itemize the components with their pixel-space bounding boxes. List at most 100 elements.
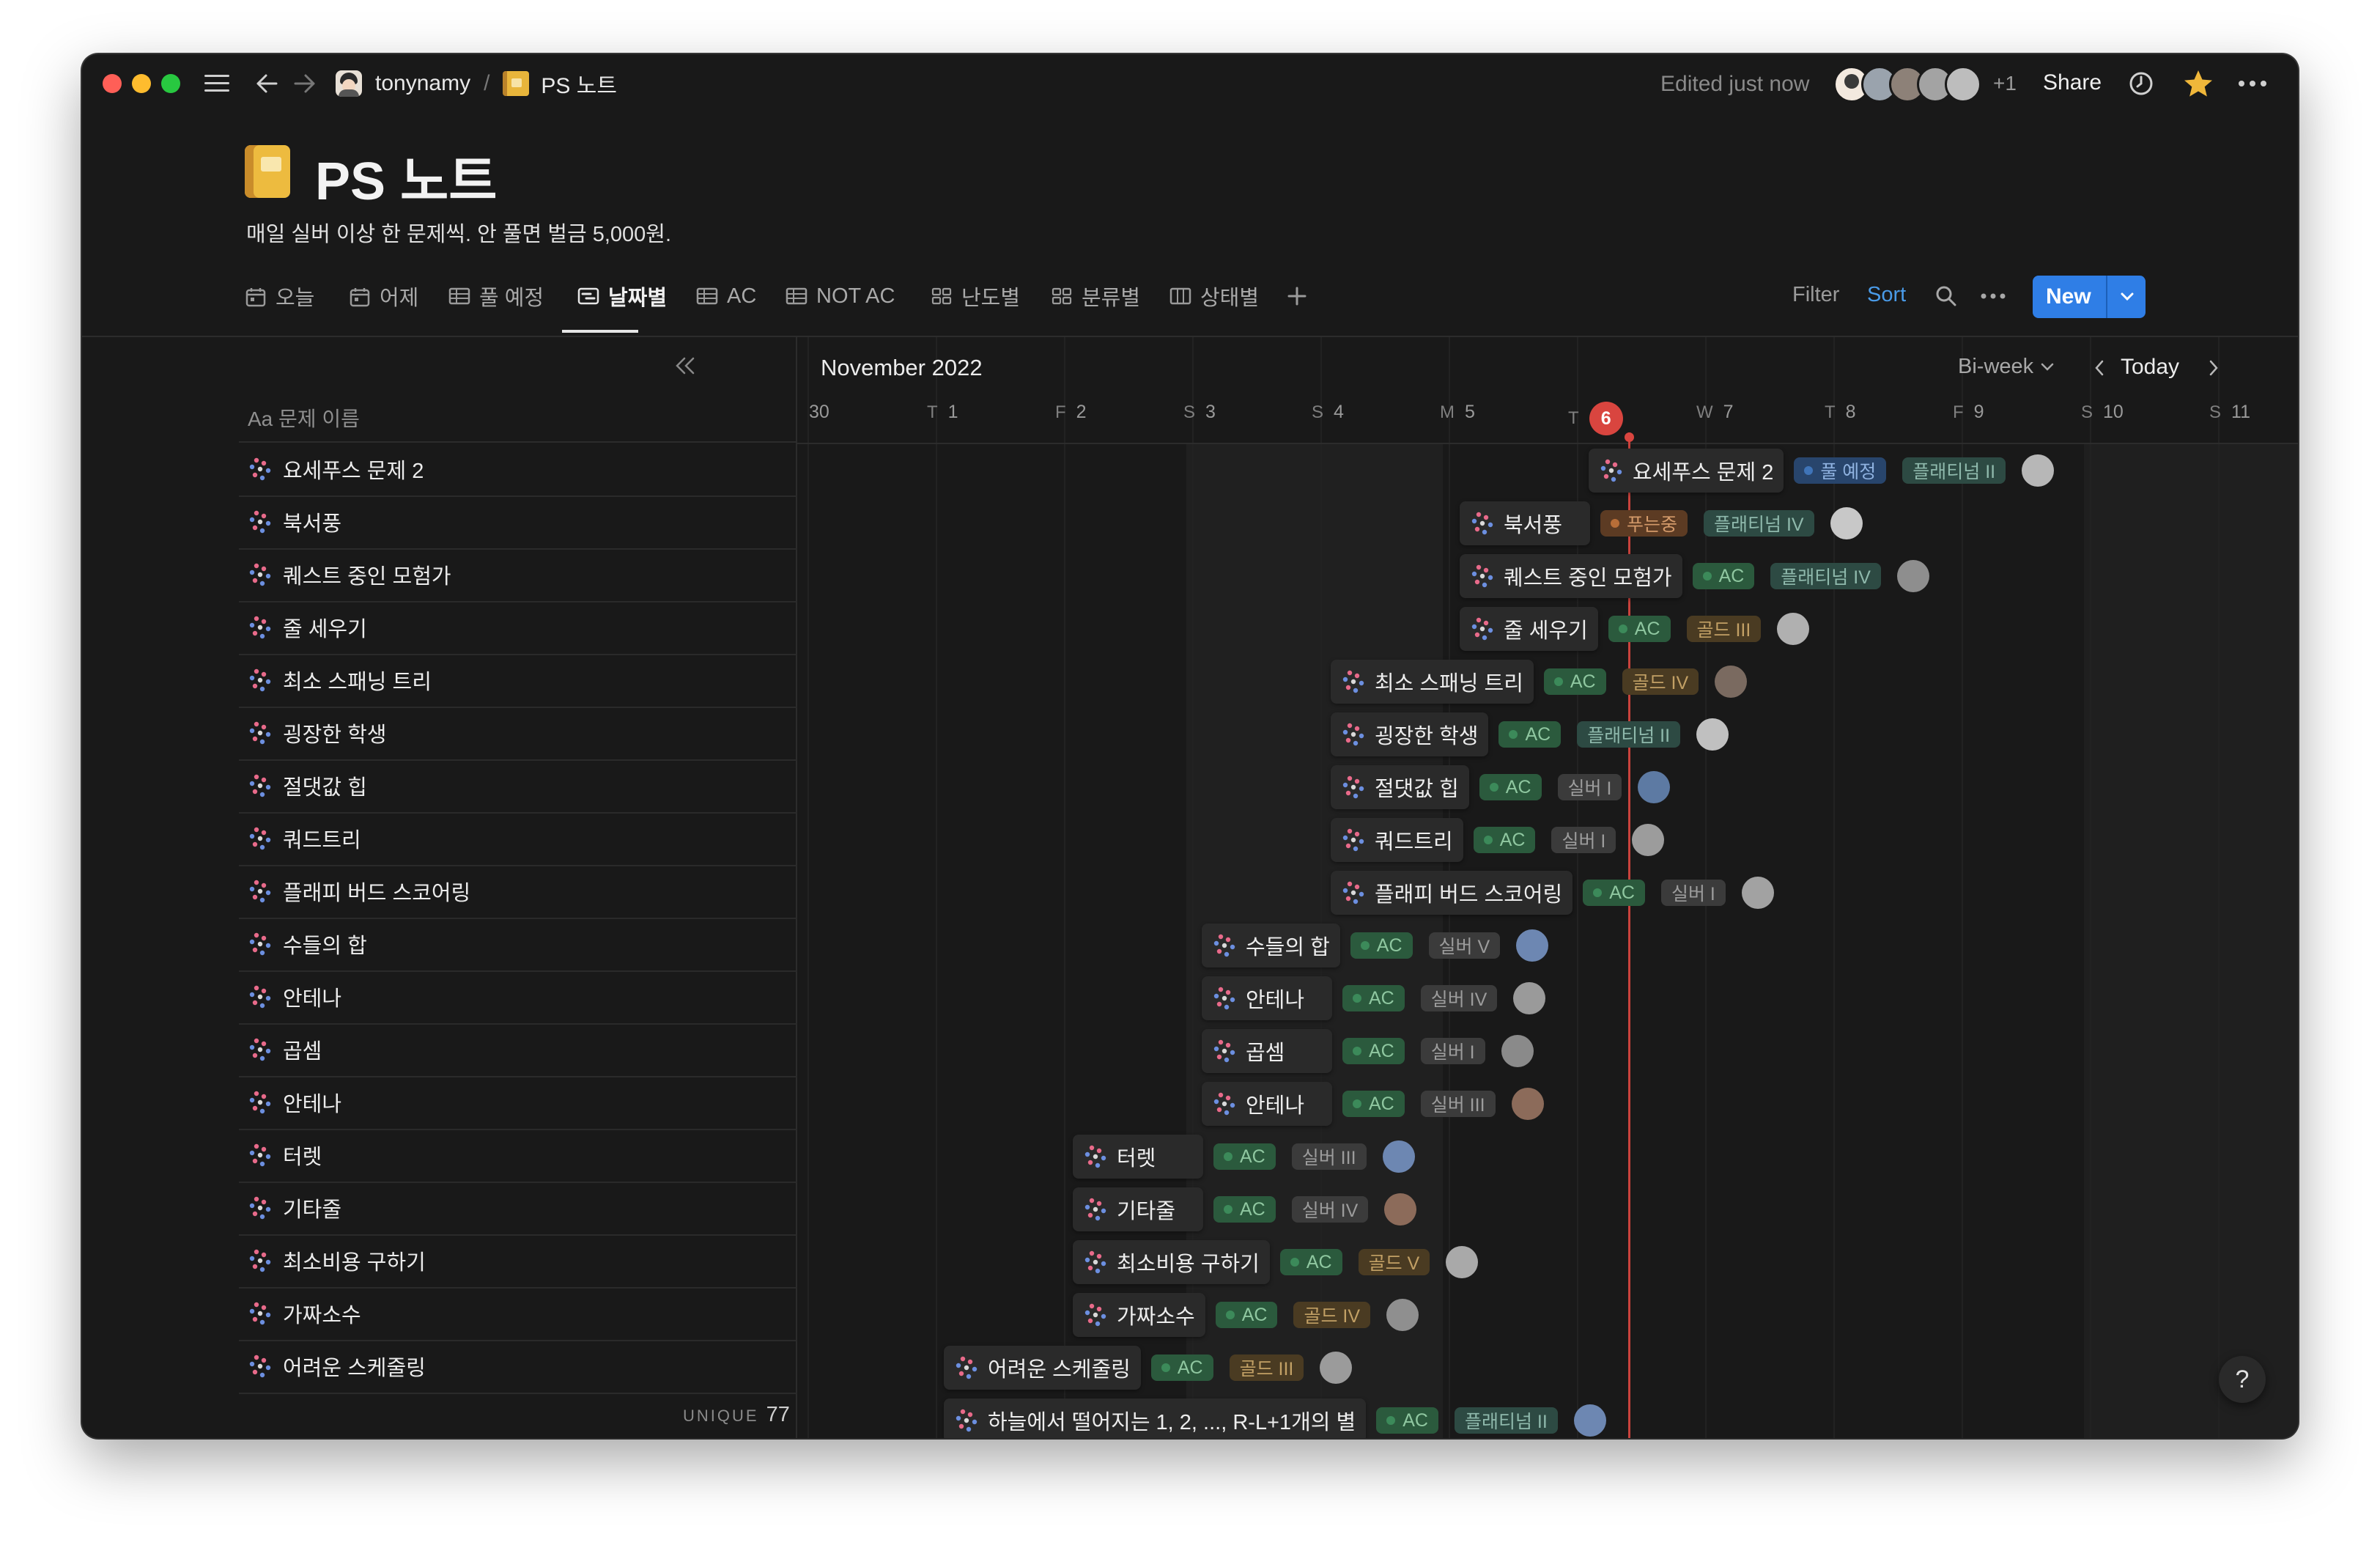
search-icon[interactable] [1933, 283, 1959, 309]
minimize-window-button[interactable] [132, 74, 151, 93]
page-description[interactable]: 매일 실버 이상 한 문제씩. 안 풀면 벌금 5,000원. [246, 217, 671, 248]
table-row[interactable]: 쿼드트리 [239, 812, 797, 866]
assignee-avatar[interactable] [2022, 454, 2055, 487]
table-row[interactable]: 어려운 스케줄링 [239, 1340, 797, 1394]
tab-2[interactable]: 풀 예정 [448, 281, 544, 311]
timeline-card[interactable]: 굉장한 학생 [1331, 712, 1489, 756]
timeline-card[interactable]: 곱셈 [1202, 1029, 1332, 1073]
tab-8[interactable]: 상태별 [1169, 281, 1259, 311]
sidebar-toggle-icon[interactable] [202, 70, 232, 97]
table-row[interactable]: 최소비용 구하기 [239, 1234, 797, 1289]
tab-6[interactable]: 난도별 [931, 281, 1020, 311]
assignee-avatar[interactable] [1830, 507, 1863, 539]
timeline-card[interactable]: 플래피 버드 스코어링 [1331, 871, 1573, 915]
timeline-bar[interactable]: 수들의 합 AC 실버 V [1202, 922, 1549, 969]
breadcrumb-workspace[interactable]: tonynamy [375, 71, 470, 96]
assignee-avatar[interactable] [1320, 1352, 1353, 1384]
timeline-card[interactable]: 터렛 [1073, 1135, 1203, 1179]
timeline-card[interactable]: 안테나 [1202, 976, 1332, 1020]
timeline-bar[interactable]: 안테나 AC 실버 III [1202, 1080, 1544, 1127]
timeline-bar[interactable]: 굉장한 학생 AC 플래티넘 II [1331, 711, 1729, 758]
table-row[interactable]: 북서풍 [239, 495, 797, 550]
timeline-card[interactable]: 안테나 [1202, 1082, 1332, 1126]
tab-1[interactable]: 어제 [349, 281, 418, 311]
assignee-avatar[interactable] [1638, 771, 1671, 803]
timeline-bar[interactable]: 최소 스패닝 트리 AC 골드 IV [1331, 658, 1748, 705]
more-options-icon[interactable] [2236, 69, 2269, 98]
assignee-avatar[interactable] [1696, 718, 1729, 751]
timeline-card[interactable]: 어려운 스케줄링 [944, 1346, 1141, 1390]
add-view-plus-icon[interactable] [1284, 283, 1310, 309]
share-button[interactable]: Share [2043, 70, 2102, 95]
assignee-avatar[interactable] [1516, 929, 1549, 962]
collaborator-avatar[interactable] [1945, 66, 1981, 103]
timeline-bar[interactable]: 쿼드트리 AC 실버 I [1331, 817, 1665, 863]
assignee-avatar[interactable] [1632, 824, 1665, 856]
collaborator-overflow-count[interactable]: +1 [1993, 72, 2017, 95]
timeline-prev-icon[interactable] [2088, 355, 2110, 381]
page-title[interactable]: PS 노트 [315, 138, 498, 215]
history-clock-icon[interactable] [2126, 69, 2156, 98]
timeline-card[interactable]: 요세푸스 문제 2 [1589, 449, 1784, 493]
table-row[interactable]: 퀘스트 중인 모험가 [239, 548, 797, 602]
timeline-card[interactable]: 최소 스패닝 트리 [1331, 660, 1534, 704]
table-row[interactable]: 곱셈 [239, 1023, 797, 1077]
assignee-avatar[interactable] [1511, 1088, 1544, 1120]
timeline-card[interactable]: 기타줄 [1073, 1187, 1203, 1231]
back-arrow-icon[interactable] [254, 70, 280, 97]
timeline-card[interactable]: 최소비용 구하기 [1073, 1240, 1270, 1284]
timeline-card[interactable]: 줄 세우기 [1460, 607, 1598, 651]
assignee-avatar[interactable] [1573, 1404, 1606, 1437]
assignee-avatar[interactable] [1386, 1299, 1419, 1331]
new-button[interactable]: New [2046, 284, 2091, 309]
close-window-button[interactable] [103, 74, 122, 93]
collapse-table-icon[interactable] [674, 356, 703, 383]
view-more-icon[interactable] [1978, 283, 2008, 309]
table-row[interactable]: 안테나 [239, 1076, 797, 1130]
timeline-bar[interactable]: 하늘에서 떨어지는 1, 2, ..., R-L+1개의 별 AC 플래티넘 II [944, 1397, 1606, 1438]
timeline-card[interactable]: 쿼드트리 [1331, 818, 1463, 862]
table-row[interactable]: 최소 스패닝 트리 [239, 654, 797, 708]
table-row[interactable]: 가짜소수 [239, 1287, 797, 1341]
filter-button[interactable]: Filter [1792, 283, 1839, 307]
assignee-avatar[interactable] [1777, 613, 1810, 645]
table-row[interactable]: 줄 세우기 [239, 601, 797, 655]
new-dropdown-chevron-icon[interactable] [2109, 276, 2146, 318]
timeline-scale-select[interactable]: Bi-week [1958, 355, 2054, 379]
zoom-window-button[interactable] [161, 74, 180, 93]
column-header-title[interactable]: Aa 문제 이름 [248, 403, 360, 432]
timeline-bar[interactable]: 절댓값 힙 AC 실버 I [1331, 764, 1671, 811]
assignee-avatar[interactable] [1501, 1035, 1534, 1067]
timeline-card[interactable]: 하늘에서 떨어지는 1, 2, ..., R-L+1개의 별 [944, 1398, 1367, 1438]
timeline-bar[interactable]: 퀘스트 중인 모험가 AC 플래티넘 IV [1460, 553, 1929, 600]
timeline-bar[interactable]: 북서풍 푸는중 플래티넘 IV [1460, 500, 1863, 547]
timeline-bar[interactable]: 요세푸스 문제 2 풀 예정 플래티넘 II [1589, 447, 2055, 494]
table-row[interactable]: 기타줄 [239, 1182, 797, 1236]
sort-button[interactable]: Sort [1867, 283, 1906, 307]
tab-5[interactable]: NOT AC [786, 281, 895, 311]
timeline-bar[interactable]: 가짜소수 AC 골드 IV [1073, 1291, 1419, 1338]
forward-arrow-icon[interactable] [292, 70, 318, 97]
table-row[interactable]: 터렛 [239, 1129, 797, 1183]
table-row[interactable]: 요세푸스 문제 2 [239, 443, 797, 497]
assignee-avatar[interactable] [1513, 982, 1546, 1014]
assignee-avatar[interactable] [1896, 560, 1929, 592]
help-button[interactable]: ? [2219, 1356, 2266, 1403]
tab-3[interactable]: 날짜별 [577, 281, 667, 311]
timeline-card[interactable]: 수들의 합 [1202, 924, 1340, 968]
timeline-today-button[interactable]: Today [2121, 355, 2179, 380]
timeline-bar[interactable]: 곱셈 AC 실버 I [1202, 1028, 1534, 1075]
timeline-bar[interactable]: 어려운 스케줄링 AC 골드 III [944, 1344, 1353, 1391]
table-row[interactable]: 절댓값 힙 [239, 759, 797, 814]
timeline-bar[interactable]: 터렛 AC 실버 III [1073, 1133, 1415, 1180]
timeline-bar[interactable]: 플래피 버드 스코어링 AC 실버 I [1331, 869, 1774, 916]
timeline-next-icon[interactable] [2203, 355, 2225, 381]
table-row[interactable]: 안테나 [239, 970, 797, 1025]
table-row[interactable]: 굉장한 학생 [239, 707, 797, 761]
timeline-bar[interactable]: 최소비용 구하기 AC 골드 V [1073, 1239, 1479, 1286]
timeline-bar[interactable]: 기타줄 AC 실버 IV [1073, 1186, 1417, 1233]
assignee-avatar[interactable] [1446, 1246, 1479, 1278]
favorite-star-icon[interactable] [2182, 67, 2214, 100]
tab-7[interactable]: 분류별 [1051, 281, 1140, 311]
timeline-card[interactable]: 절댓값 힙 [1331, 765, 1469, 809]
